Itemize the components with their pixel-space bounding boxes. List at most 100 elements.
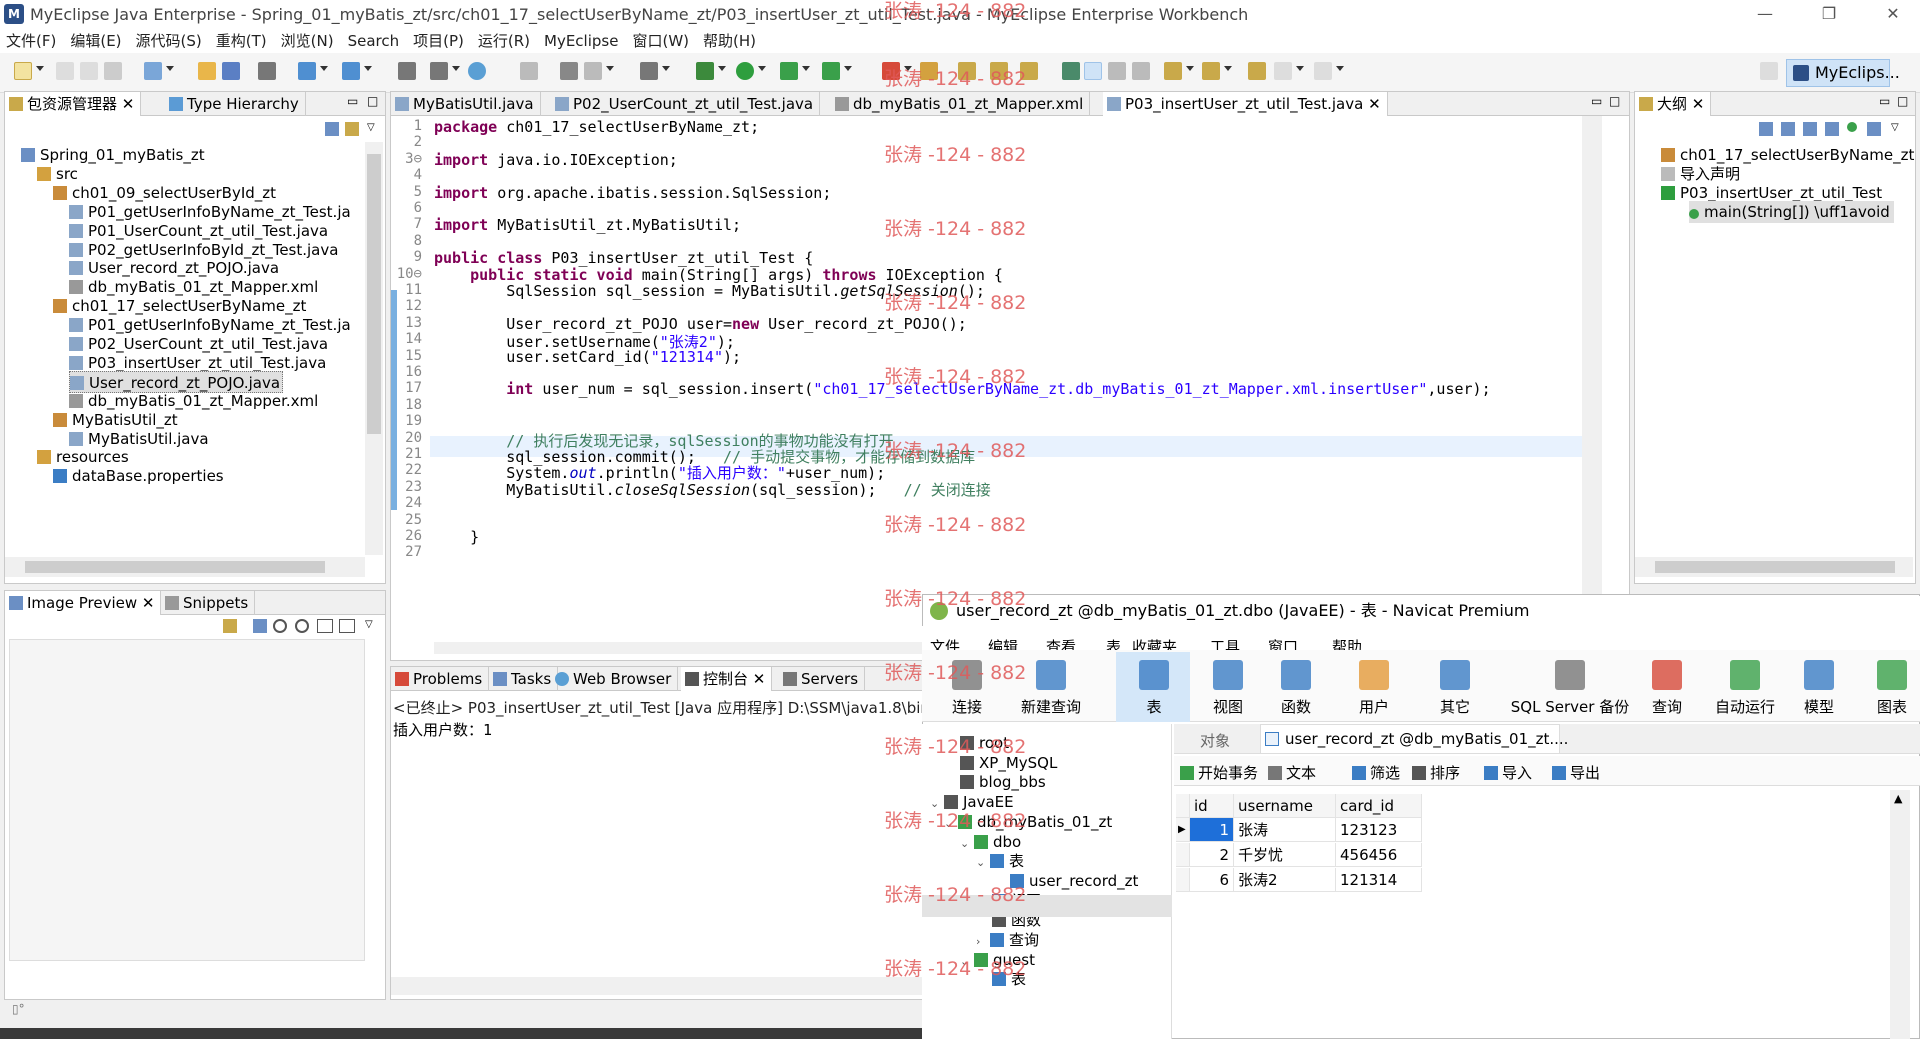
ant-icon[interactable] <box>584 62 602 80</box>
view-menu-icon[interactable]: ▽ <box>365 619 373 630</box>
coverage-icon[interactable] <box>780 62 798 80</box>
table-cell[interactable]: 2 <box>1190 843 1234 867</box>
zoom-out-icon[interactable] <box>273 619 287 633</box>
search-icon[interactable] <box>298 62 316 80</box>
navicat-tree-item[interactable]: user_record_zt <box>1010 870 1138 892</box>
table-cell[interactable]: 121314 <box>1336 868 1422 892</box>
column-header[interactable]: card_id <box>1336 794 1422 818</box>
tab-package-explorer[interactable]: 包资源管理器 ✕ <box>5 92 142 116</box>
sort-icon[interactable] <box>1781 122 1795 136</box>
new-package-icon[interactable] <box>920 62 938 80</box>
hide-local-types-icon[interactable] <box>1867 122 1881 136</box>
column-header[interactable]: username <box>1234 794 1336 818</box>
editor-tab-p03-active[interactable]: P03_insertUser_zt_util_Test.java ✕ <box>1103 92 1388 116</box>
chevron-down-icon[interactable] <box>452 66 460 71</box>
minimize-view-icon[interactable]: ▭ <box>1591 94 1602 108</box>
navicat-toolbar-button[interactable]: 视图 <box>1202 660 1254 717</box>
block-selection-icon[interactable] <box>1132 62 1150 80</box>
table-cell[interactable]: 千岁忧 <box>1234 843 1336 867</box>
zoom-in-icon[interactable] <box>295 619 309 633</box>
last-edit-icon[interactable] <box>1248 62 1266 80</box>
fit-window-icon[interactable] <box>339 619 355 633</box>
forward-arrow-icon[interactable] <box>1314 62 1332 80</box>
chevron-icon[interactable]: ⌄ <box>976 852 990 874</box>
navicat-toolbar-button[interactable]: 函数 <box>1270 660 1322 717</box>
table-cell[interactable]: 张涛 <box>1234 818 1336 842</box>
debug-icon[interactable] <box>696 62 714 80</box>
table-cell[interactable]: 123123 <box>1336 818 1422 842</box>
chevron-icon[interactable]: ⌄ <box>960 833 974 855</box>
editor-tab-mapper-xml[interactable]: db_myBatis_01_zt_Mapper.xml <box>831 92 1091 116</box>
maximize-view-icon[interactable]: □ <box>1609 94 1620 108</box>
chevron-icon[interactable]: ⌄ <box>944 813 958 835</box>
navicat-toolbar-button[interactable]: 新建查询 <box>1006 660 1096 717</box>
tab-servers[interactable]: Servers <box>779 667 866 691</box>
tree-horizontal-scrollbar[interactable] <box>5 557 365 577</box>
table-cell[interactable]: 6 <box>1190 868 1234 892</box>
outline-horizontal-scrollbar[interactable] <box>1635 557 1913 577</box>
tab-outline[interactable]: 大纲 ✕ <box>1635 92 1712 116</box>
new-icon[interactable] <box>14 62 32 80</box>
chevron-down-icon[interactable] <box>758 66 766 71</box>
deploy-icon[interactable] <box>144 62 162 80</box>
hide-nonpublic-icon[interactable] <box>1847 122 1857 132</box>
server-icon[interactable] <box>222 62 240 80</box>
next-annotation-icon[interactable] <box>1164 62 1182 80</box>
table-cell[interactable]: 456456 <box>1336 843 1422 867</box>
chevron-down-icon[interactable] <box>1336 66 1344 71</box>
navicat-tree-item[interactable]: blog_bbs <box>960 771 1046 793</box>
navicat-toolbar-button[interactable]: 表 <box>1130 660 1178 717</box>
editor-tab-p02[interactable]: P02_UserCount_zt_util_Test.java <box>551 92 821 116</box>
chevron-down-icon[interactable] <box>364 66 372 71</box>
chevron-down-icon[interactable] <box>662 66 670 71</box>
navicat-tree-item[interactable]: 表 <box>992 968 1026 990</box>
run-icon[interactable] <box>736 62 754 80</box>
chevron-down-icon[interactable] <box>320 66 328 71</box>
highlight-icon[interactable] <box>1084 62 1102 80</box>
minimize-button[interactable]: — <box>1742 0 1788 28</box>
column-header[interactable]: id <box>1190 794 1234 818</box>
fast-view-icon[interactable]: ▯° <box>12 1002 32 1018</box>
chevron-icon[interactable]: ⌄ <box>960 951 974 973</box>
menu-window[interactable]: 窗口(W) <box>632 30 689 51</box>
chevron-down-icon[interactable] <box>718 66 726 71</box>
menu-refactor[interactable]: 重构(T) <box>216 30 267 51</box>
chevron-down-icon[interactable] <box>606 66 614 71</box>
chevron-down-icon[interactable] <box>1186 66 1194 71</box>
navicat-tree-item[interactable]: root <box>960 732 1009 754</box>
tab-image-preview[interactable]: Image Preview ✕ <box>5 591 162 615</box>
link-with-editor-icon[interactable] <box>345 122 359 136</box>
hide-static-icon[interactable] <box>1825 122 1839 136</box>
previous-annotation-icon[interactable] <box>1202 62 1220 80</box>
grid-vertical-scrollbar[interactable]: ▲ <box>1890 790 1910 1039</box>
tool-icon[interactable] <box>560 62 578 80</box>
chevron-down-icon[interactable] <box>36 66 44 71</box>
tab-tasks[interactable]: Tasks <box>489 667 559 691</box>
outline-item[interactable]: main(String[]) \uff1avoid <box>1689 200 1894 223</box>
navicat-toolbar-button[interactable]: 自动运行 <box>1706 660 1784 717</box>
tab-type-hierarchy[interactable]: Type Hierarchy <box>165 92 306 116</box>
grid-toolbar-button[interactable]: 筛选 <box>1352 762 1400 783</box>
view-menu-icon[interactable]: ▽ <box>367 122 375 133</box>
navicat-toolbar-button[interactable]: 模型 <box>1792 660 1846 717</box>
maximize-button[interactable]: ❐ <box>1806 0 1852 28</box>
tree-vertical-scrollbar[interactable] <box>365 142 383 555</box>
menu-run[interactable]: 运行(R) <box>478 30 530 51</box>
save-all-icon[interactable] <box>80 62 98 80</box>
terminal-icon[interactable] <box>258 62 276 80</box>
navicat-tree-item[interactable]: › 查询 <box>976 929 1039 951</box>
menu-navigate[interactable]: 浏览(N) <box>281 30 334 51</box>
image-fit-icon[interactable] <box>253 619 267 633</box>
grid-toolbar-button[interactable]: 开始事务 <box>1180 762 1258 783</box>
back-arrow-icon[interactable] <box>1274 62 1292 80</box>
tab-web-browser[interactable]: Web Browser <box>551 667 679 691</box>
menu-edit[interactable]: 编辑(E) <box>70 30 121 51</box>
open-perspective-icon[interactable] <box>1760 62 1778 80</box>
toggle-breadcrumb-icon[interactable] <box>1062 62 1080 80</box>
navicat-tree-item[interactable]: ⌄ guest <box>960 949 1035 971</box>
grid-toolbar-button[interactable]: 文本 <box>1268 762 1316 783</box>
chevron-down-icon[interactable] <box>1296 66 1304 71</box>
back-icon[interactable] <box>520 62 538 80</box>
package-icon[interactable] <box>198 62 216 80</box>
menu-search[interactable]: Search <box>348 32 400 50</box>
